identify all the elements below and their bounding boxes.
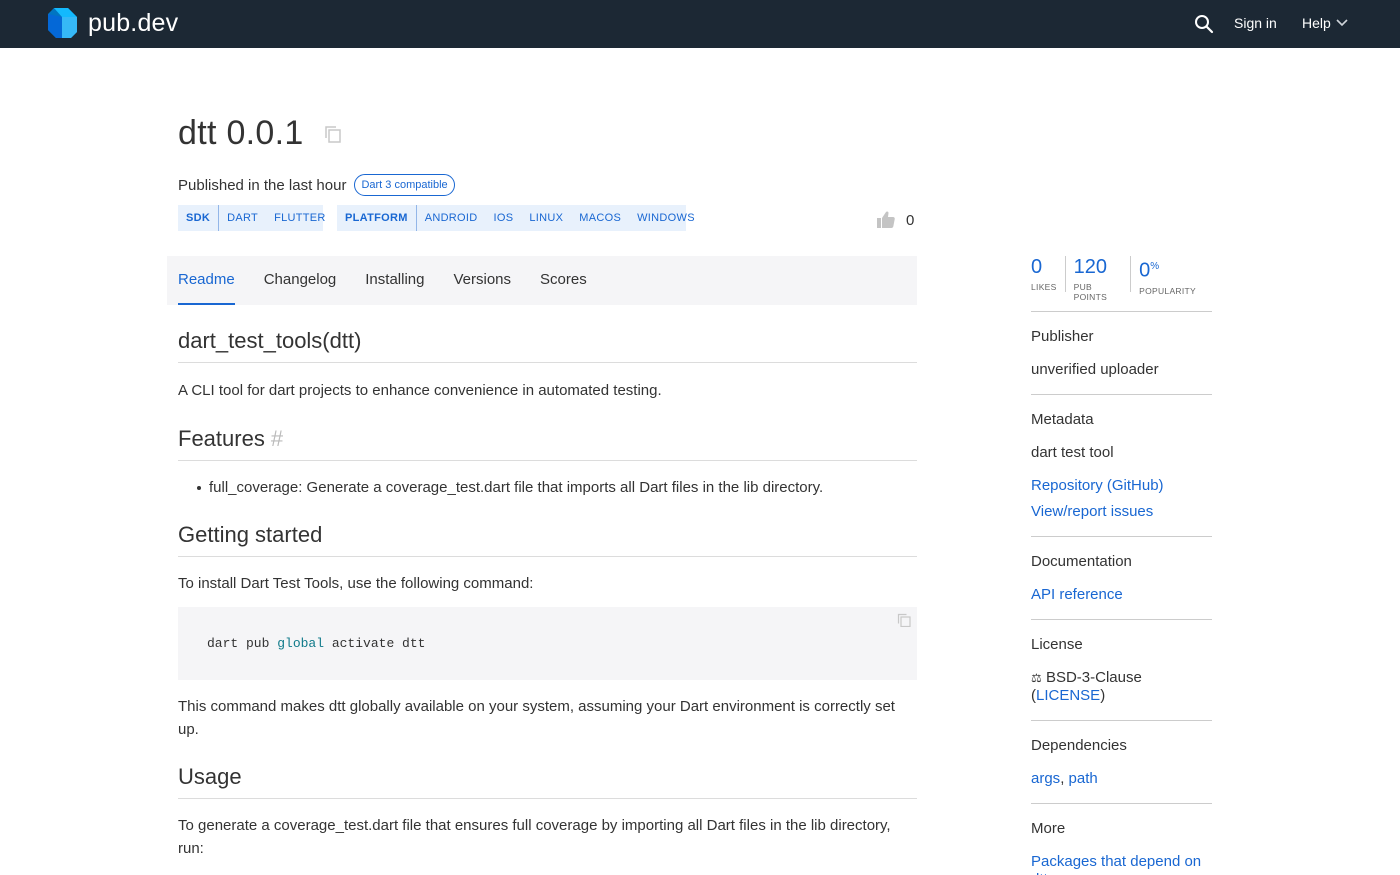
readme-intro: A CLI tool for dart projects to enhance … [178,382,662,399]
platform-tags: PLATFORM ANDROID IOS LINUX MACOS WINDOWS [337,205,695,231]
chevron-down-icon [1336,19,1348,27]
sidebar-divider [1031,803,1212,804]
like-count: 0 [906,211,915,229]
platform-tag-ios[interactable]: IOS [486,212,522,224]
sidebar-divider [1031,619,1212,620]
license-link[interactable]: LICENSE [1036,687,1100,704]
dependencies-list: args, path [1031,770,1098,787]
sdk-tags: SDK DART FLUTTER [178,205,325,231]
after-code-text: This command makes dtt globally availabl… [178,698,895,738]
tab-versions[interactable]: Versions [453,256,511,305]
dependency-args-link[interactable]: args [1031,770,1060,787]
features-heading-text: Features [178,426,265,451]
popularity-label: POPULARITY [1139,285,1196,296]
search-icon[interactable] [1192,12,1216,36]
platform-tag-linux[interactable]: LINUX [521,212,571,224]
tab-installing[interactable]: Installing [365,256,424,305]
install-instructions: To install Dart Test Tools, use the foll… [178,575,534,592]
popularity-value: 0% [1139,259,1160,282]
dependencies-title: Dependencies [1031,737,1127,754]
package-title: dtt 0.0.1 [178,114,304,152]
help-menu[interactable]: Help [1302,15,1348,31]
score-likes: 0 LIKES [1031,256,1066,292]
scales-icon: ⚖ [1031,671,1042,685]
likes-label: LIKES [1031,282,1057,292]
code-part-pre: dart pub [207,636,278,651]
documentation-title: Documentation [1031,553,1132,570]
readme-heading-getting-started: Getting started [178,522,917,557]
platform-tag-windows[interactable]: WINDOWS [629,212,703,224]
platform-tag-macos[interactable]: MACOS [571,212,629,224]
readme-heading-features: Features # [178,426,917,461]
dependents-link[interactable]: Packages that depend on dtt [1031,853,1212,875]
issues-link[interactable]: View/report issues [1031,503,1153,520]
published-text: Published in the last hour [178,176,347,194]
feature-list-item: full_coverage: Generate a coverage_test.… [178,476,917,499]
like-button[interactable]: 0 [876,210,914,230]
license-title: License [1031,636,1083,653]
code-command: dart pub global activate dtt [207,636,425,651]
sidebar-divider [1031,720,1212,721]
score-summary[interactable]: 0 LIKES 120 PUB POINTS 0% POPULARITY [1031,256,1212,302]
top-nav-bar: pub.dev Sign in Help [0,0,1400,48]
dependency-path-link[interactable]: path [1069,770,1098,787]
sdk-tag-flutter[interactable]: FLUTTER [266,212,334,224]
sidebar-divider [1031,311,1212,312]
features-anchor-link[interactable]: # [271,426,283,451]
pub-points-label: PUB POINTS [1073,282,1108,302]
tab-readme[interactable]: Readme [178,256,235,305]
metadata-description: dart test tool [1031,444,1114,461]
tab-scores[interactable]: Scores [540,256,587,305]
sdk-tag-dart[interactable]: DART [219,212,266,224]
published-line: Published in the last hour Dart 3 compat… [178,174,455,196]
logo-text: pub.dev [88,8,179,37]
code-keyword: global [277,636,325,651]
package-sidebar: 0 LIKES 120 PUB POINTS 0% POPULARITY Pub… [1031,256,1212,875]
code-part-post: activate dtt [324,636,426,651]
publisher-value: unverified uploader [1031,361,1159,378]
platform-tag-android[interactable]: ANDROID [417,212,486,224]
package-header: dtt 0.0.1 [178,114,342,153]
api-reference-link[interactable]: API reference [1031,586,1123,603]
publisher-title: Publisher [1031,328,1094,345]
usage-text: To generate a coverage_test.dart file th… [178,817,891,857]
tab-changelog[interactable]: Changelog [264,256,337,305]
thumbs-up-icon [877,211,895,228]
dart3-compatible-badge[interactable]: Dart 3 compatible [354,174,455,196]
score-pub-points: 120 PUB POINTS [1073,256,1132,302]
dart-logo-icon [48,8,77,38]
code-block: dart pub global activate dtt [178,607,917,680]
copy-icon[interactable] [324,125,342,143]
package-tabs: Readme Changelog Installing Versions Sco… [167,256,917,305]
more-title: More [1031,820,1066,837]
score-popularity: 0% POPULARITY [1139,256,1204,296]
likes-value: 0 [1031,256,1043,278]
pub-dev-logo[interactable]: pub.dev [48,8,178,38]
readme-heading-main: dart_test_tools(dtt) [178,328,917,363]
repository-link[interactable]: Repository (GitHub) [1031,477,1164,494]
license-name: BSD-3-Clause [1045,669,1142,686]
sign-in-link[interactable]: Sign in [1234,15,1277,31]
platform-label[interactable]: PLATFORM [337,205,417,231]
copy-code-icon[interactable] [897,613,911,627]
sidebar-divider [1031,536,1212,537]
sidebar-divider [1031,394,1212,395]
license-value: ⚖ BSD-3-Clause (LICENSE) [1031,669,1142,704]
pub-points-value: 120 [1073,256,1107,278]
help-label: Help [1302,15,1331,31]
metadata-title: Metadata [1031,411,1094,428]
readme-heading-usage: Usage [178,764,917,799]
readme-content: dart_test_tools(dtt) A CLI tool for dart… [178,305,917,860]
sdk-label[interactable]: SDK [178,205,220,231]
